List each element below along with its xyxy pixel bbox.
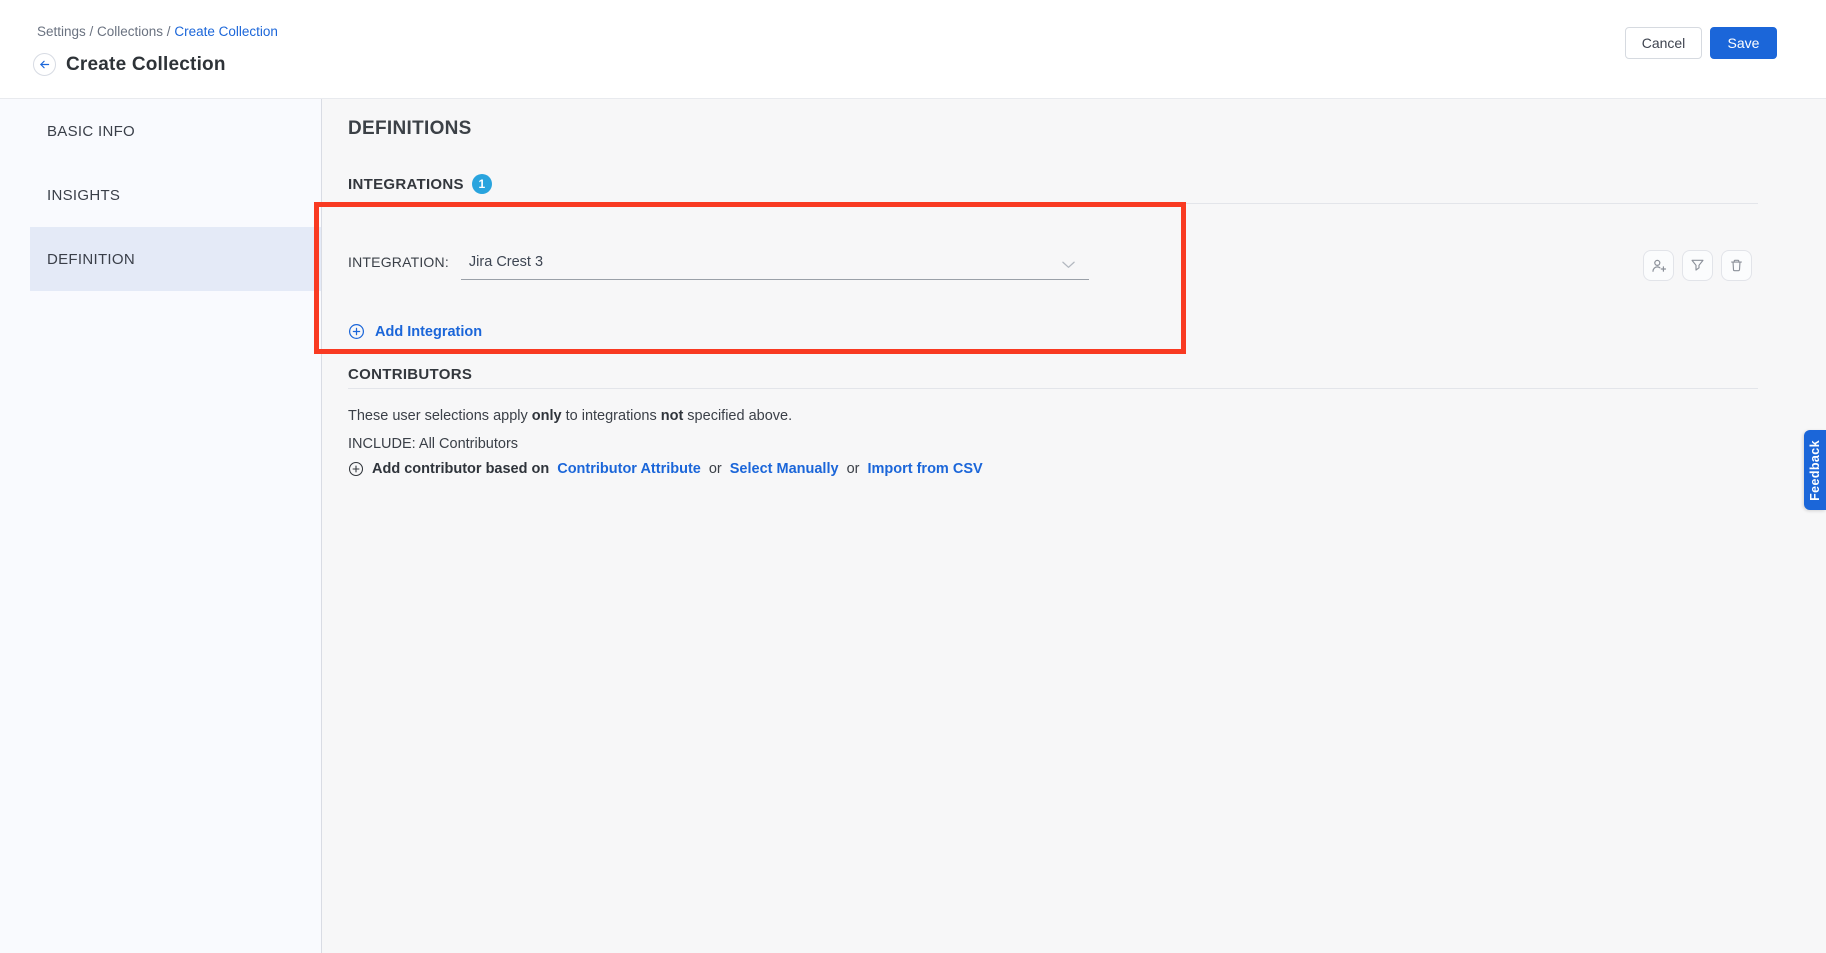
plus-circle-icon[interactable] — [348, 461, 364, 477]
note-bold-only: only — [532, 408, 562, 424]
delete-integration-button[interactable] — [1721, 250, 1752, 281]
add-integration-label: Add Integration — [375, 324, 482, 340]
sidebar-item-basic-info[interactable]: BASIC INFO — [30, 99, 321, 163]
contributors-note: These user selections apply only to inte… — [348, 408, 792, 424]
back-button[interactable] — [33, 53, 56, 76]
integration-select[interactable]: Jira Crest 3 — [461, 246, 1089, 280]
filter-integration-button[interactable] — [1682, 250, 1713, 281]
filter-icon — [1690, 258, 1705, 273]
include-all-contributors-line: INCLUDE: All Contributors — [348, 436, 518, 452]
feedback-tab-label: Feedback — [1808, 440, 1822, 501]
definitions-heading: DEFINITIONS — [348, 118, 472, 140]
sidebar-item-insights[interactable]: INSIGHTS — [30, 163, 321, 227]
breadcrumb-current[interactable]: Create Collection — [174, 24, 278, 39]
settings-sidebar: BASIC INFO INSIGHTS DEFINITION — [0, 99, 322, 953]
contributors-divider — [348, 388, 1758, 389]
page-header: Settings / Collections / Create Collecti… — [0, 0, 1826, 99]
save-button[interactable]: Save — [1710, 27, 1777, 59]
integrations-count-badge: 1 — [472, 174, 492, 194]
note-bold-not: not — [661, 408, 684, 424]
breadcrumb: Settings / Collections / Create Collecti… — [37, 24, 278, 39]
select-manually-link[interactable]: Select Manually — [730, 461, 839, 477]
integrations-label: INTEGRATIONS — [348, 176, 464, 193]
integration-select-value: Jira Crest 3 — [469, 254, 543, 270]
add-contributor-row: Add contributor based on Contributor Att… — [348, 461, 983, 477]
note-text: specified above. — [683, 408, 792, 424]
arrow-left-icon — [38, 58, 51, 71]
plus-circle-icon — [348, 323, 365, 340]
integration-row: INTEGRATION: Jira Crest 3 — [348, 246, 1089, 280]
page-title: Create Collection — [66, 54, 226, 76]
add-contributor-to-integration-button[interactable] — [1643, 250, 1674, 281]
create-collection-page: Settings / Collections / Create Collecti… — [0, 0, 1826, 953]
note-text: to integrations — [562, 408, 661, 424]
contributor-attribute-link[interactable]: Contributor Attribute — [557, 461, 701, 477]
add-contributor-prefix: Add contributor based on — [372, 461, 549, 477]
integration-row-actions — [1643, 250, 1752, 281]
user-add-icon — [1651, 258, 1667, 274]
contributors-heading: CONTRIBUTORS — [348, 366, 472, 383]
chevron-down-icon — [1062, 261, 1075, 269]
main-content: DEFINITIONS INTEGRATIONS 1 INTEGRATION: … — [322, 99, 1826, 953]
integrations-divider — [348, 203, 1758, 204]
integrations-section-heading: INTEGRATIONS 1 — [348, 174, 492, 194]
trash-icon — [1729, 258, 1744, 273]
feedback-tab[interactable]: Feedback — [1804, 430, 1826, 510]
note-text: These user selections apply — [348, 408, 532, 424]
integration-field-label: INTEGRATION: — [348, 254, 449, 280]
add-integration-link[interactable]: Add Integration — [348, 323, 482, 340]
import-from-csv-link[interactable]: Import from CSV — [867, 461, 982, 477]
or-text: or — [847, 461, 860, 477]
breadcrumb-trail[interactable]: Settings / Collections / — [37, 24, 171, 39]
cancel-button[interactable]: Cancel — [1625, 27, 1702, 59]
sidebar-item-definition[interactable]: DEFINITION — [30, 227, 321, 291]
or-text: or — [709, 461, 722, 477]
